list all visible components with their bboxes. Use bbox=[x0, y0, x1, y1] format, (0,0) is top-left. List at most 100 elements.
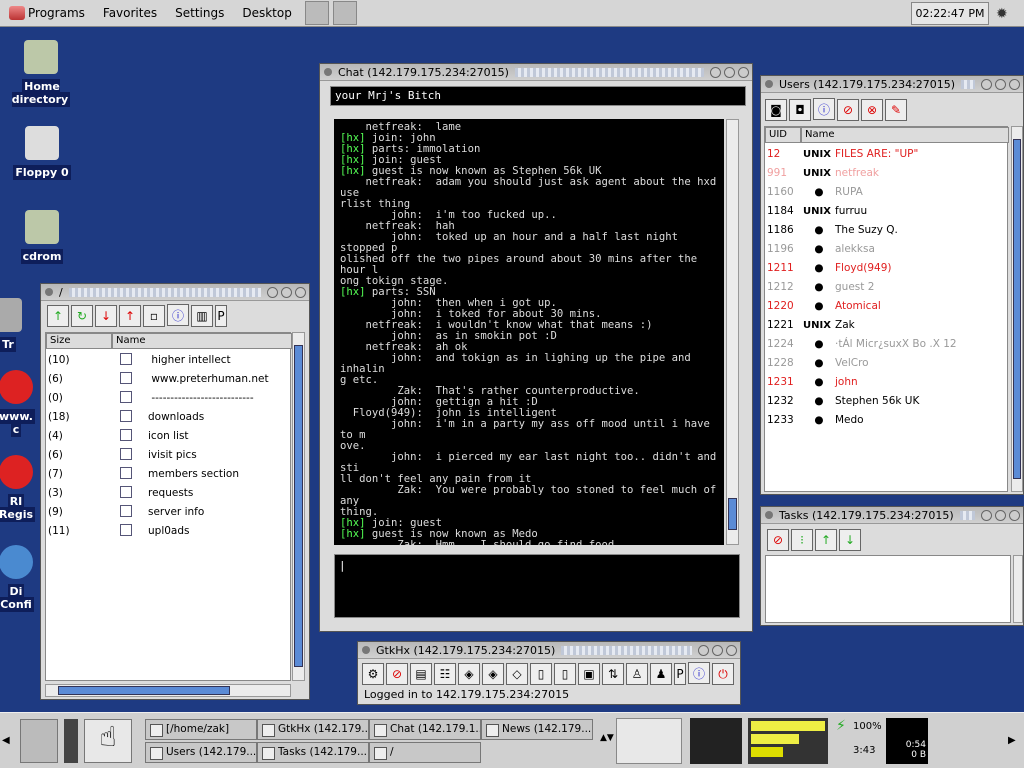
preview-icon[interactable]: P bbox=[674, 662, 686, 685]
maximize-icon[interactable] bbox=[724, 66, 735, 78]
gear-icon[interactable]: ✹ bbox=[996, 6, 1008, 22]
user-info-icon[interactable]: ◙ bbox=[765, 98, 787, 121]
trash-icon[interactable]: ▥ bbox=[191, 304, 213, 327]
files-vscrollbar[interactable] bbox=[292, 332, 305, 681]
desktop-icon-trash[interactable]: Tr bbox=[0, 298, 38, 352]
user-row[interactable]: 1221 UNIX Zak bbox=[767, 316, 1007, 335]
preview-icon[interactable]: P bbox=[215, 304, 227, 327]
taskbar-task[interactable]: GtkHx (142.179.... bbox=[257, 719, 369, 740]
minimize-icon[interactable] bbox=[710, 66, 721, 78]
column-size[interactable]: Size bbox=[46, 333, 112, 349]
users-titlebar[interactable]: Users (142.179.175.234:27015) bbox=[761, 76, 1023, 93]
file-row[interactable]: (10) higher intellect bbox=[48, 351, 288, 370]
minimize-icon[interactable] bbox=[267, 286, 278, 298]
pager-icon[interactable] bbox=[332, 1, 357, 25]
pager-applet[interactable] bbox=[20, 719, 58, 763]
message-icon[interactable]: ◘ bbox=[789, 98, 811, 121]
column-user-name[interactable]: Name bbox=[801, 127, 1009, 143]
edit-icon[interactable]: ✎ bbox=[885, 98, 907, 121]
stop-icon[interactable]: ⊘ bbox=[767, 529, 789, 551]
desktop-icon-home[interactable]: Home directory bbox=[1, 40, 81, 107]
window-menu-icon[interactable] bbox=[765, 80, 773, 88]
close-icon[interactable] bbox=[1009, 78, 1020, 90]
file-row[interactable]: (6) ivisit pics bbox=[48, 446, 288, 465]
menu-favorites[interactable]: Favorites bbox=[94, 0, 166, 27]
taskbar-task[interactable]: Users (142.179.... bbox=[145, 742, 257, 763]
user-row[interactable]: 1196 ● alekksa bbox=[767, 240, 1007, 259]
minimize-icon[interactable] bbox=[981, 78, 992, 90]
disconnect-icon[interactable]: ⊘ bbox=[386, 662, 408, 685]
user-row[interactable]: 1212 ● guest 2 bbox=[767, 278, 1007, 297]
chat-scrollbar[interactable] bbox=[726, 119, 739, 545]
taskbar-task[interactable]: / bbox=[369, 742, 481, 763]
user-icon[interactable]: ♙ bbox=[626, 662, 648, 685]
menu-settings[interactable]: Settings bbox=[166, 0, 233, 27]
clock[interactable]: 02:22:47 PM bbox=[911, 2, 989, 25]
user-row[interactable]: 991 UNIX netfreak bbox=[767, 164, 1007, 183]
desktop-icon-cdrom[interactable]: cdrom bbox=[2, 210, 82, 264]
file-row[interactable]: (6) www.preterhuman.net bbox=[48, 370, 288, 389]
user-row[interactable]: 12 UNIX FILES ARE: "UP" bbox=[767, 145, 1007, 164]
kick-icon[interactable]: ⊘ bbox=[837, 98, 859, 121]
taskbar-task[interactable]: News (142.179.... bbox=[481, 719, 593, 740]
download-icon[interactable]: ↓ bbox=[95, 304, 117, 327]
window-menu-icon[interactable] bbox=[45, 288, 53, 296]
files-titlebar[interactable]: / bbox=[41, 284, 309, 301]
user-row[interactable]: 1184 UNIX furruu bbox=[767, 202, 1007, 221]
user-row[interactable]: 1233 ● Medo bbox=[767, 411, 1007, 430]
up-arrow-icon[interactable]: ↑ bbox=[47, 304, 69, 327]
close-icon[interactable] bbox=[295, 286, 306, 298]
bookmark-icon[interactable]: ◇ bbox=[506, 662, 528, 685]
file-row[interactable]: (4) icon list bbox=[48, 427, 288, 446]
user-row[interactable]: 1228 ● VelCro bbox=[767, 354, 1007, 373]
gtkhx-titlebar[interactable]: GtkHx (142.179.175.234:27015) bbox=[358, 642, 740, 659]
taskbar-task[interactable]: Tasks (142.179.... bbox=[257, 742, 369, 763]
file-row[interactable]: (9) server info bbox=[48, 503, 288, 522]
column-uid[interactable]: UID bbox=[765, 127, 801, 143]
info-icon[interactable]: ⓘ bbox=[167, 304, 189, 326]
quit-icon[interactable]: ⏻ bbox=[712, 663, 734, 685]
connect-icon[interactable]: ⚙ bbox=[362, 662, 384, 685]
move-down-icon[interactable]: ↓ bbox=[839, 529, 861, 551]
chat-titlebar[interactable]: Chat (142.179.175.234:27015) bbox=[320, 64, 752, 81]
menu-programs[interactable]: Programs bbox=[0, 0, 94, 27]
user-row[interactable]: 1160 ● RUPA bbox=[767, 183, 1007, 202]
refresh-icon[interactable]: ↻ bbox=[71, 304, 93, 327]
files-icon[interactable]: ▯ bbox=[554, 662, 576, 685]
close-icon[interactable] bbox=[738, 66, 749, 78]
ban-icon[interactable]: ⊗ bbox=[861, 98, 883, 121]
chat-input[interactable]: | bbox=[334, 554, 740, 618]
user-row[interactable]: 1232 ● Stephen 56k UK bbox=[767, 392, 1007, 411]
maximize-icon[interactable] bbox=[281, 286, 292, 298]
options-icon[interactable]: ◈ bbox=[458, 662, 480, 685]
user-row[interactable]: 1224 ● ·tÁl Micr¿suxX Bo .X 12 bbox=[767, 335, 1007, 354]
user-row[interactable]: 1211 ● Floyd(949) bbox=[767, 259, 1007, 278]
close-icon[interactable] bbox=[726, 644, 737, 656]
server-icon[interactable]: ▤ bbox=[410, 662, 432, 685]
panel-hide-left-icon[interactable]: ◀ bbox=[2, 735, 10, 746]
users-icon[interactable]: ♟ bbox=[650, 662, 672, 685]
column-name[interactable]: Name bbox=[112, 333, 292, 349]
cd-player[interactable] bbox=[690, 718, 742, 764]
transfer-icon[interactable]: ⇅ bbox=[602, 662, 624, 685]
files-hscrollbar[interactable] bbox=[45, 684, 291, 697]
page-icon[interactable]: ▯ bbox=[530, 662, 552, 685]
maximize-icon[interactable] bbox=[712, 644, 723, 656]
new-folder-icon[interactable]: ▫ bbox=[143, 304, 165, 327]
maximize-icon[interactable] bbox=[995, 509, 1006, 521]
file-row[interactable]: (18) downloads bbox=[48, 408, 288, 427]
window-menu-icon[interactable] bbox=[324, 68, 332, 76]
user-row[interactable]: 1220 ● Atomical bbox=[767, 297, 1007, 316]
chat-icon[interactable]: ▣ bbox=[578, 662, 600, 685]
traffic-light-icon[interactable]: ⁝ bbox=[791, 529, 813, 551]
tracker-icon[interactable]: ☷ bbox=[434, 662, 456, 685]
window-menu-icon[interactable] bbox=[765, 511, 773, 519]
file-row[interactable]: (0) --------------------------- bbox=[48, 389, 288, 408]
move-up-icon[interactable]: ↑ bbox=[815, 529, 837, 551]
desktop-icon-floppy[interactable]: Floppy 0 bbox=[2, 126, 82, 180]
minimize-icon[interactable] bbox=[981, 509, 992, 521]
info-icon[interactable]: ⓘ bbox=[688, 662, 710, 684]
close-icon[interactable] bbox=[1009, 509, 1020, 521]
news-icon[interactable]: ◈ bbox=[482, 662, 504, 685]
minimize-icon[interactable] bbox=[698, 644, 709, 656]
